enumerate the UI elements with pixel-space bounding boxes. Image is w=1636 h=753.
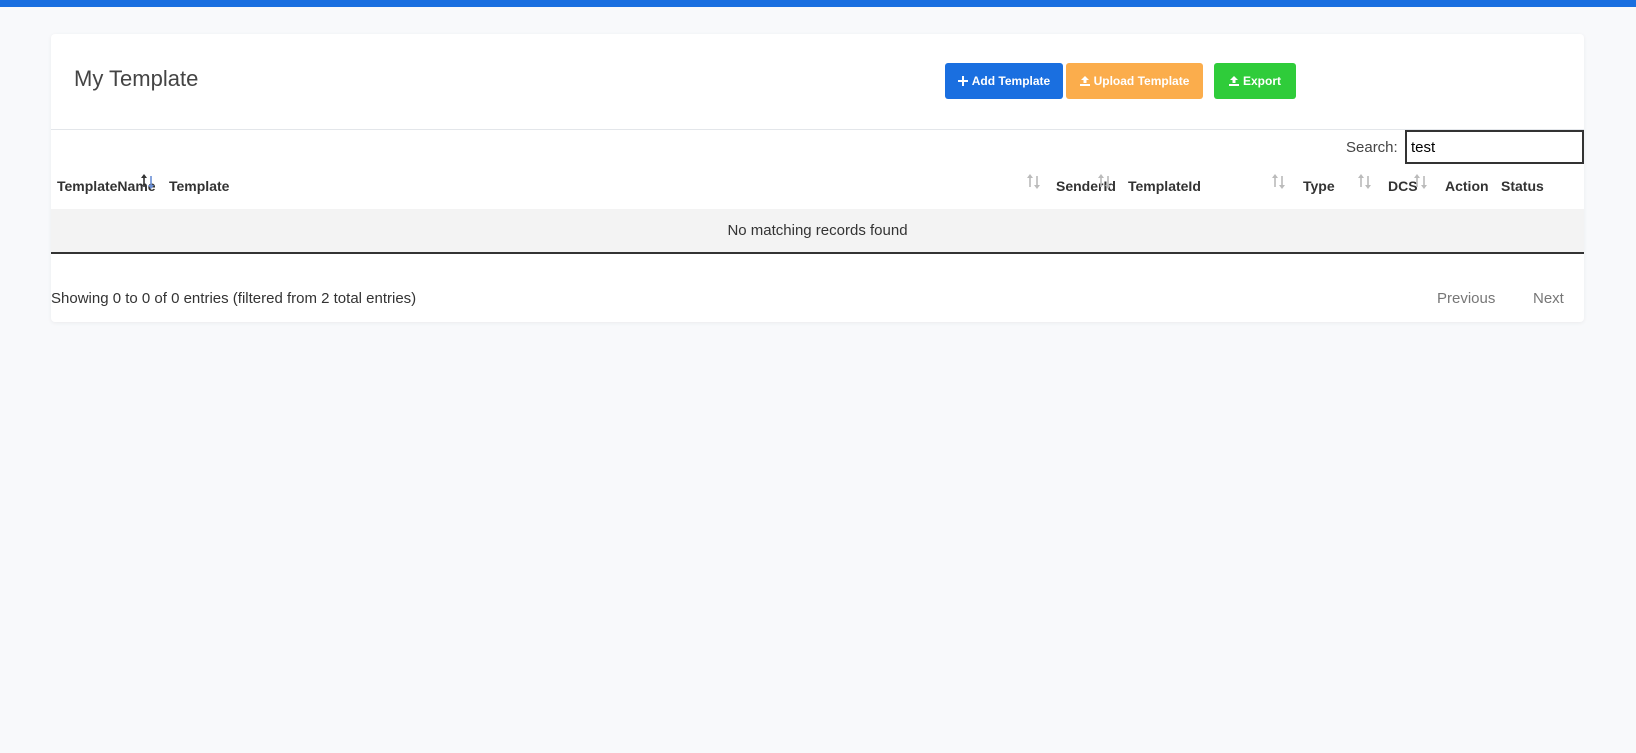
column-header-template[interactable]: Template bbox=[169, 178, 229, 194]
sort-icon bbox=[1412, 172, 1430, 192]
upload-template-label: Upload Template bbox=[1093, 74, 1190, 88]
plus-icon bbox=[957, 76, 968, 86]
table-info: Showing 0 to 0 of 0 entries (filtered fr… bbox=[51, 290, 417, 307]
search-label: Search: bbox=[1346, 139, 1398, 156]
export-button[interactable]: Export bbox=[1214, 63, 1296, 99]
template-card: My Template Add Template Upload Template… bbox=[51, 34, 1584, 322]
sort-asc-icon bbox=[139, 172, 157, 192]
empty-table-row: No matching records found bbox=[51, 209, 1584, 254]
upload-template-button[interactable]: Upload Template bbox=[1066, 63, 1203, 99]
sort-icon bbox=[1356, 172, 1374, 192]
add-template-button[interactable]: Add Template bbox=[945, 63, 1063, 99]
column-header-status[interactable]: Status bbox=[1501, 178, 1544, 194]
upload-icon bbox=[1228, 76, 1239, 86]
card-header: My Template Add Template Upload Template… bbox=[51, 34, 1584, 130]
empty-message: No matching records found bbox=[727, 222, 908, 239]
page-title: My Template bbox=[74, 66, 199, 91]
top-accent-bar bbox=[0, 0, 1636, 7]
search-input[interactable] bbox=[1405, 130, 1584, 164]
sort-icon bbox=[1096, 172, 1114, 192]
sort-icon bbox=[1025, 172, 1043, 192]
column-header-action[interactable]: Action bbox=[1445, 178, 1489, 194]
previous-page-button[interactable]: Previous bbox=[1437, 290, 1495, 307]
next-page-button[interactable]: Next bbox=[1533, 290, 1564, 307]
export-label: Export bbox=[1242, 74, 1281, 88]
column-header-type[interactable]: Type bbox=[1303, 178, 1335, 194]
add-template-label: Add Template bbox=[971, 74, 1051, 88]
column-header-templateid[interactable]: TemplateId bbox=[1128, 178, 1201, 194]
sort-icon bbox=[1270, 172, 1288, 192]
upload-icon bbox=[1079, 76, 1090, 86]
